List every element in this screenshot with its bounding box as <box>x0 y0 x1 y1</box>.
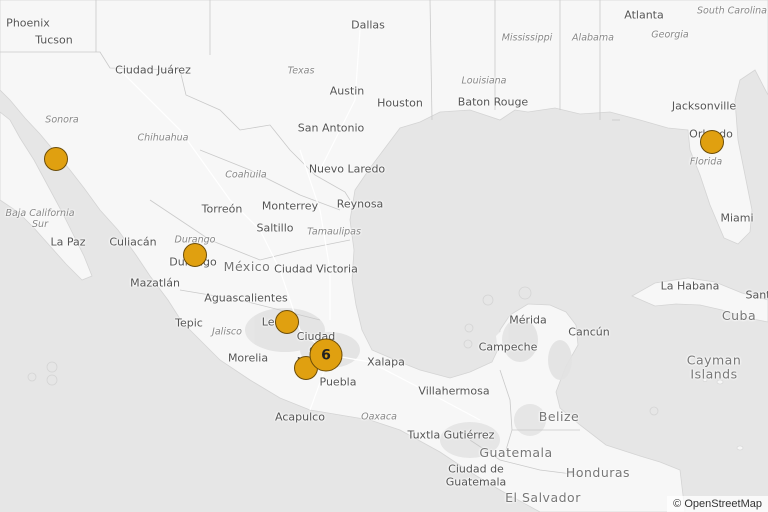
label-torreon: Torreón <box>201 202 243 216</box>
label-cuba: Cuba <box>721 307 757 323</box>
marker-sonora[interactable] <box>44 147 68 171</box>
label-ciudad-victoria: Ciudad Victoria <box>274 262 358 276</box>
label-puebla: Puebla <box>319 375 357 389</box>
label-chihuahua: Chihuahua <box>137 132 189 144</box>
label-san-antonio: San Antonio <box>297 121 365 135</box>
label-honduras: Honduras <box>565 464 631 480</box>
label-austin: Austin <box>329 84 365 98</box>
label-alabama: Alabama <box>572 32 614 44</box>
label-saltillo: Saltillo <box>256 221 294 235</box>
label-campeche: Campeche <box>478 340 538 354</box>
label-belize: Belize <box>538 408 580 424</box>
label-tucson: Tucson <box>35 33 73 47</box>
label-la-paz: La Paz <box>50 235 86 249</box>
label-mazatlan: Mazatlán <box>130 276 180 290</box>
label-atlanta: Atlanta <box>624 8 664 22</box>
label-mexico: México <box>223 258 271 274</box>
marker-orlando[interactable] <box>700 130 724 154</box>
label-sonora: Sonora <box>45 114 79 126</box>
label-monterrey: Monterrey <box>261 199 319 213</box>
label-merida: Mérida <box>509 313 547 327</box>
label-xalapa: Xalapa <box>367 355 405 369</box>
label-aguascalientes: Aguascalientes <box>204 291 288 305</box>
label-mississippi: Mississippi <box>501 32 553 44</box>
cluster-count: 6 <box>321 347 331 363</box>
label-villahermosa: Villahermosa <box>418 384 490 398</box>
label-baton-rouge: Baton Rouge <box>457 95 529 109</box>
label-baja-california-sur: Baja California Sur <box>5 208 75 230</box>
label-texas: Texas <box>287 65 315 77</box>
label-la-habana: La Habana <box>660 279 720 293</box>
label-acapulco: Acapulco <box>275 410 325 424</box>
label-oaxaca: Oaxaca <box>361 411 397 423</box>
label-jalisco: Jalisco <box>212 326 242 338</box>
label-nuevo-laredo: Nuevo Laredo <box>308 162 386 176</box>
marker-cluster-mexico-city[interactable]: 6 <box>309 338 343 372</box>
label-miami: Miami <box>720 211 754 225</box>
marker-leon[interactable] <box>275 310 299 334</box>
label-tepic: Tepic <box>175 316 203 330</box>
map-view[interactable]: Phoenix Tucson Dallas Atlanta South Caro… <box>0 0 768 512</box>
label-cayman-islands: Cayman Islands <box>686 352 742 382</box>
label-coahuila: Coahuila <box>225 169 267 181</box>
label-ciudad-de-guatemala: Ciudad de Guatemala <box>445 462 507 488</box>
label-ciudad-juarez: Ciudad Juárez <box>115 63 191 77</box>
label-culiacan: Culiacán <box>109 235 157 249</box>
label-georgia: Georgia <box>651 29 689 41</box>
label-jacksonville: Jacksonville <box>671 99 737 113</box>
label-dallas: Dallas <box>351 18 385 32</box>
label-tamaulipas: Tamaulipas <box>307 226 361 238</box>
marker-durango[interactable] <box>183 243 207 267</box>
label-phoenix: Phoenix <box>6 16 50 30</box>
label-houston: Houston <box>377 96 423 110</box>
label-santa-clara: Sant <box>745 288 768 302</box>
label-reynosa: Reynosa <box>336 197 384 211</box>
label-cancun: Cancún <box>568 325 610 339</box>
label-morelia: Morelia <box>227 351 269 365</box>
label-tuxtla: Tuxtla Gutiérrez <box>407 428 495 442</box>
label-guatemala: Guatemala <box>479 444 553 460</box>
label-florida: Florida <box>689 156 723 168</box>
label-louisiana: Louisiana <box>461 75 507 87</box>
map-attribution[interactable]: © OpenStreetMap <box>667 496 768 512</box>
label-el-salvador: El Salvador <box>505 489 581 505</box>
label-south-carolina: South Carolina <box>697 5 767 17</box>
